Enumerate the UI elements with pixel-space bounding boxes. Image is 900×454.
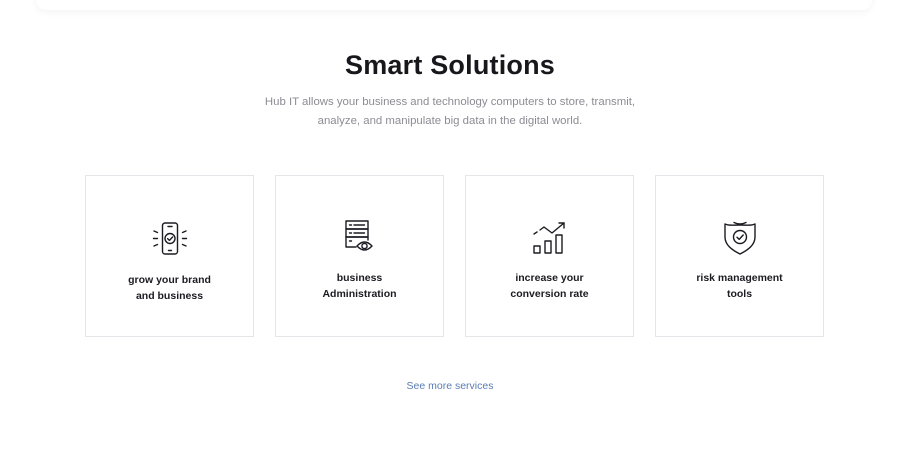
see-more-services-link[interactable]: See more services (0, 380, 900, 392)
service-card-label-line: Administration (322, 288, 397, 300)
service-card-label: grow your brand and business (86, 272, 253, 304)
server-eye-icon (340, 218, 380, 258)
service-card-label-line: conversion rate (510, 288, 589, 300)
service-card-label: increase your conversion rate (466, 270, 633, 302)
section-description-line: Hub IT allows your business and technolo… (264, 96, 636, 108)
service-card-label-line: and business (135, 290, 204, 302)
service-cards: grow your brand and business business Ad… (85, 175, 825, 339)
service-card-label-line: risk management (696, 272, 783, 284)
service-card-conversion-rate[interactable]: increase your conversion rate (465, 175, 634, 337)
section-description: Hub IT allows your business and technolo… (260, 93, 640, 131)
shield-check-icon (720, 218, 760, 258)
service-card-label-line: tools (726, 288, 753, 300)
smart-solutions-section: Smart Solutions Hub IT allows your busin… (0, 0, 900, 454)
header-bar-edge (36, 0, 872, 10)
service-card-label: business Administration (276, 270, 443, 302)
service-card-label-line: business (336, 272, 383, 284)
service-card-label: risk management tools (656, 270, 823, 302)
service-card-label-line: increase your (515, 272, 584, 284)
growth-chart-icon (530, 218, 570, 258)
service-card-risk-management[interactable]: risk management tools (655, 175, 824, 337)
phone-check-icon (150, 220, 190, 260)
service-card-business-administration[interactable]: business Administration (275, 175, 444, 337)
service-card-label-line: grow your brand (128, 274, 211, 286)
service-card-grow-brand[interactable]: grow your brand and business (85, 175, 254, 337)
section-title: Smart Solutions (344, 50, 556, 80)
section-description-line: analyze, and manipulate big data in the … (317, 115, 583, 127)
